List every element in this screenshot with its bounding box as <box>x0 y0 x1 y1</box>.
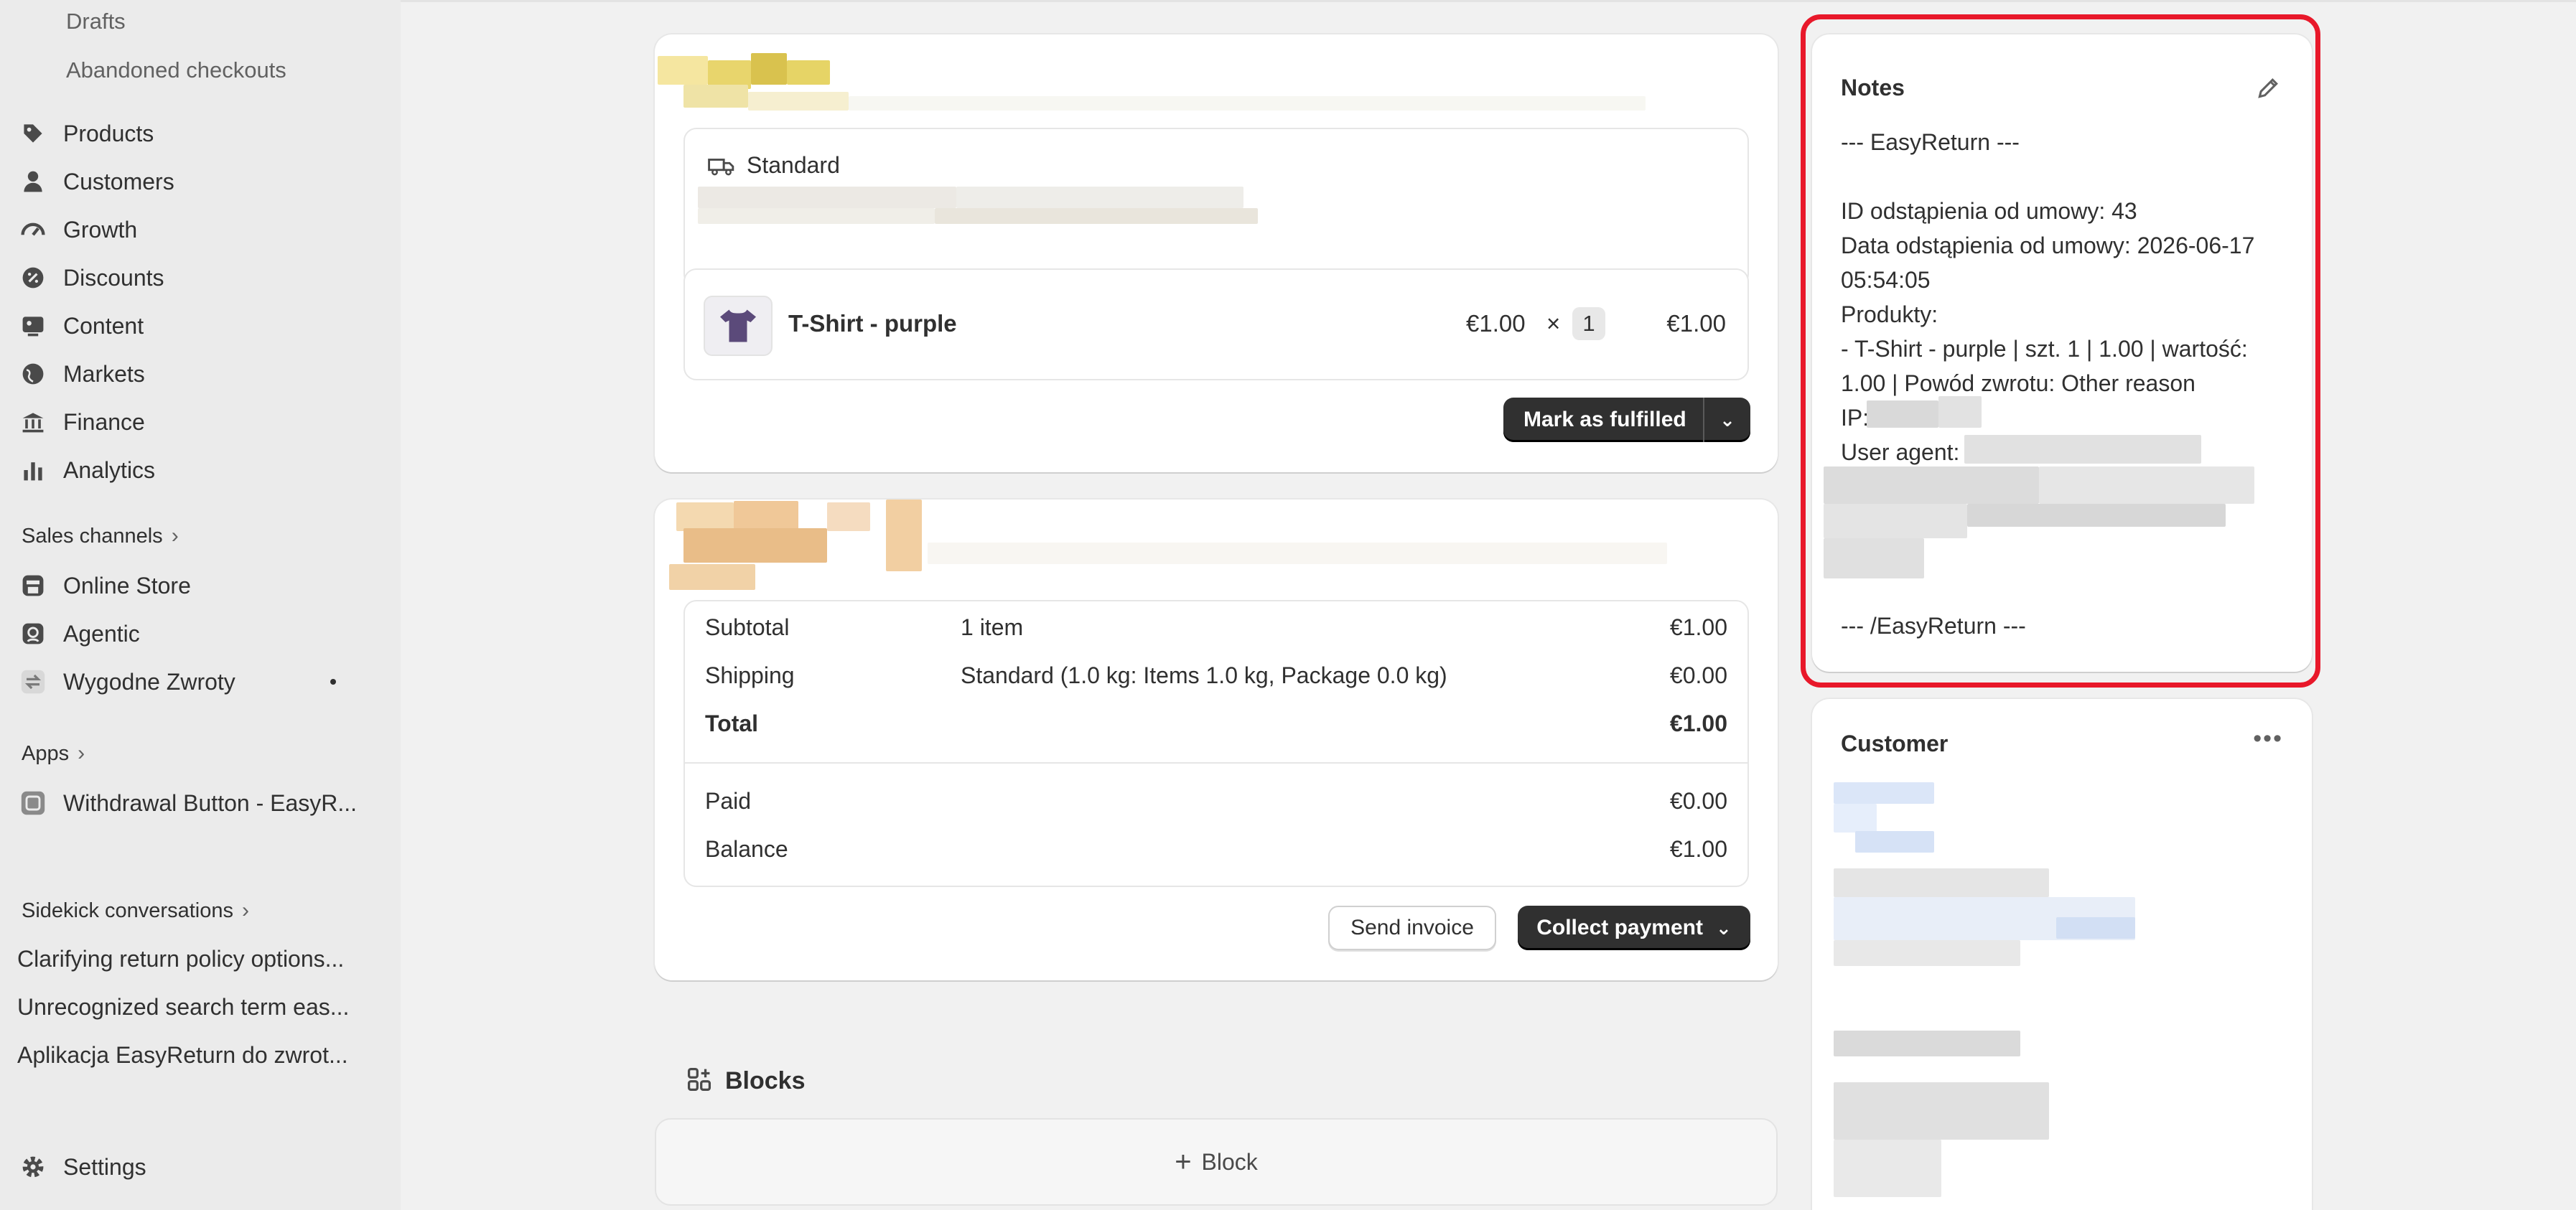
chevron-right-icon: › <box>171 524 179 548</box>
store-icon <box>20 573 46 599</box>
quantity-badge: 1 <box>1572 307 1605 340</box>
sidekick-title: Sidekick conversations <box>22 899 233 922</box>
tshirt-icon <box>720 309 756 342</box>
mark-as-fulfilled-button[interactable]: Mark as fulfilled ⌄ <box>1503 398 1750 442</box>
product-name-link[interactable]: T-Shirt - purple <box>788 310 957 337</box>
sidebar-item-discounts[interactable]: Discounts <box>20 258 379 298</box>
balance-value: €1.00 <box>1669 836 1727 862</box>
divider <box>685 762 1747 764</box>
plus-icon: + <box>1175 1146 1192 1178</box>
bank-icon <box>20 409 46 435</box>
sidebar-item-agentic[interactable]: Agentic <box>20 614 379 654</box>
sidekick-conversations-header[interactable]: Sidekick conversations › <box>22 899 249 923</box>
more-options-icon[interactable]: ••• <box>2253 725 2283 753</box>
sidebar-item-label: Discounts <box>63 264 164 291</box>
subtotal-detail: 1 item <box>961 614 1024 640</box>
paid-value: €0.00 <box>1669 788 1727 814</box>
sidebar-item-products[interactable]: Products <box>20 113 379 154</box>
gear-icon <box>20 1154 46 1180</box>
sidebar-item-label: Withdrawal Button - EasyR... <box>63 789 358 816</box>
sidebar: Drafts Abandoned checkouts Products Cust… <box>0 0 401 1210</box>
conversation-item[interactable]: Aplikacja EasyReturn do zwrot... <box>17 1042 376 1069</box>
sales-channels-title: Sales channels <box>22 524 163 548</box>
sidebar-item-label: Agentic <box>63 620 140 647</box>
sidebar-item-settings[interactable]: Settings <box>20 1147 379 1187</box>
collect-payment-label: Collect payment <box>1536 916 1703 939</box>
sidebar-item-label: Markets <box>63 360 145 387</box>
customer-title: Customer <box>1841 731 1949 756</box>
sales-channels-header[interactable]: Sales channels › <box>22 524 179 548</box>
sidebar-item-wygodne-zwroty[interactable]: Wygodne Zwroty <box>20 662 379 702</box>
payment-card: Subtotal 1 item €1.00 Shipping Standard … <box>655 500 1778 980</box>
blocks-icon <box>686 1066 712 1096</box>
sidebar-item-label: Growth <box>63 216 138 243</box>
conversation-item[interactable]: Unrecognized search term eas... <box>17 994 376 1021</box>
sidebar-item-online-store[interactable]: Online Store <box>20 566 379 606</box>
bar-chart-icon <box>20 457 46 483</box>
apps-title: Apps <box>22 741 70 765</box>
sidebar-item-withdrawal-button-app[interactable]: Withdrawal Button - EasyR... <box>20 783 379 823</box>
unread-dot <box>330 679 336 685</box>
sidebar-item-growth[interactable]: Growth <box>20 210 379 250</box>
blocks-title: Blocks <box>725 1067 806 1094</box>
sidebar-item-label: Customers <box>63 168 174 194</box>
globe-icon <box>20 361 46 387</box>
chevron-right-icon: › <box>78 741 85 765</box>
shipping-method-name: Standard <box>747 152 840 178</box>
paid-label: Paid <box>705 788 752 814</box>
conversation-item[interactable]: Clarifying return policy options... <box>17 946 376 972</box>
send-invoice-button[interactable]: Send invoice <box>1328 906 1496 950</box>
notes-highlight-outline <box>1801 14 2320 688</box>
sidebar-item-analytics[interactable]: Analytics <box>20 450 379 490</box>
gauge-icon <box>20 217 46 243</box>
tag-icon <box>20 121 46 146</box>
add-block-button[interactable]: + Block <box>655 1118 1778 1206</box>
sidebar-item-markets[interactable]: Markets <box>20 354 379 394</box>
subtotal-label: Subtotal <box>705 614 790 640</box>
shipping-label: Shipping <box>705 662 795 688</box>
customer-card: Customer ••• <box>1812 699 2312 1210</box>
person-icon <box>20 169 46 194</box>
chevron-down-icon[interactable]: ⌄ <box>1704 409 1750 431</box>
sidebar-item-customers[interactable]: Customers <box>20 161 379 202</box>
sidebar-item-content[interactable]: Content <box>20 306 379 346</box>
sidebar-item-label: Products <box>63 120 154 146</box>
unfulfilled-card: Standard T-Shirt - purple €1.00 × 1 €1.0… <box>655 34 1778 472</box>
mark-as-fulfilled-label: Mark as fulfilled <box>1523 408 1686 431</box>
line-total: €1.00 <box>1666 310 1726 337</box>
sidebar-item-label: Finance <box>63 408 145 435</box>
total-label: Total <box>705 710 759 736</box>
app-icon <box>20 790 46 816</box>
sidebar-item-abandoned-checkouts[interactable]: Abandoned checkouts <box>66 57 286 83</box>
blocks-header: Blocks <box>686 1066 806 1096</box>
product-thumbnail[interactable] <box>704 296 773 356</box>
subtotal-value: €1.00 <box>1669 614 1727 640</box>
truck-icon <box>708 156 735 177</box>
unit-price: €1.00 <box>1466 310 1526 337</box>
sidebar-item-label: Content <box>63 312 144 339</box>
payment-summary-box: Subtotal 1 item €1.00 Shipping Standard … <box>683 600 1749 887</box>
balance-label: Balance <box>705 836 788 862</box>
content-icon <box>20 313 46 339</box>
sidebar-item-label: Online Store <box>63 572 191 599</box>
chevron-down-icon: ⌄ <box>1715 916 1732 939</box>
sidebar-item-finance[interactable]: Finance <box>20 402 379 442</box>
sidebar-item-label: Wygodne Zwroty <box>63 668 235 695</box>
sidebar-item-label: Settings <box>63 1153 146 1180</box>
times-sign: × <box>1546 310 1561 337</box>
add-block-label: Block <box>1201 1148 1258 1175</box>
returns-app-icon <box>20 669 46 695</box>
total-value: €1.00 <box>1669 710 1727 736</box>
chevron-right-icon: › <box>241 899 249 922</box>
shipping-method-box: Standard <box>683 128 1749 287</box>
collect-payment-button[interactable]: Collect payment ⌄ <box>1518 906 1750 950</box>
discount-icon <box>20 265 46 291</box>
agentic-icon <box>20 621 46 647</box>
apps-header[interactable]: Apps › <box>22 741 85 766</box>
sidebar-item-label: Analytics <box>63 456 156 483</box>
shipping-value: €0.00 <box>1669 662 1727 688</box>
sidebar-item-drafts[interactable]: Drafts <box>66 9 126 34</box>
line-item-row[interactable]: T-Shirt - purple €1.00 × 1 €1.00 <box>683 268 1749 380</box>
shipping-detail: Standard (1.0 kg: Items 1.0 kg, Package … <box>961 662 1447 688</box>
